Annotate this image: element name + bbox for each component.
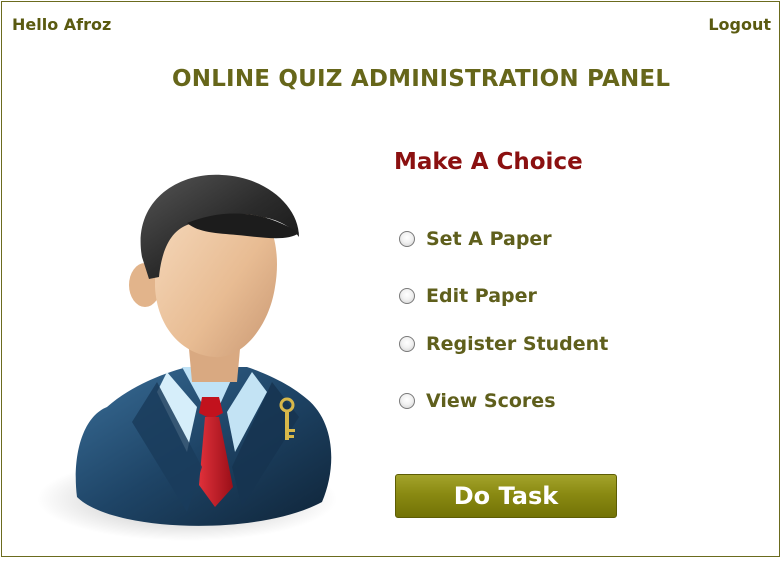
option-register-student[interactable]: Register Student	[399, 333, 608, 355]
option-label: Register Student	[426, 333, 609, 355]
option-label: View Scores	[426, 390, 556, 412]
do-task-button[interactable]: Do Task	[395, 474, 617, 518]
radio-button[interactable]	[399, 336, 415, 352]
option-set-a-paper[interactable]: Set A Paper	[399, 228, 552, 250]
page-title: ONLINE QUIZ ADMINISTRATION PANEL	[172, 66, 671, 92]
radio-button[interactable]	[399, 231, 415, 247]
option-label: Set A Paper	[426, 228, 552, 250]
greeting-text: Hello Afroz	[12, 15, 112, 34]
businessman-avatar-icon	[37, 167, 367, 542]
logout-link[interactable]: Logout	[708, 15, 771, 34]
radio-button[interactable]	[399, 393, 415, 409]
option-view-scores[interactable]: View Scores	[399, 390, 556, 412]
option-edit-paper[interactable]: Edit Paper	[399, 285, 537, 307]
radio-button[interactable]	[399, 288, 415, 304]
make-a-choice-heading: Make A Choice	[394, 149, 583, 175]
admin-panel: Hello Afroz Logout ONLINE QUIZ ADMINISTR…	[1, 1, 780, 557]
option-label: Edit Paper	[426, 285, 537, 307]
